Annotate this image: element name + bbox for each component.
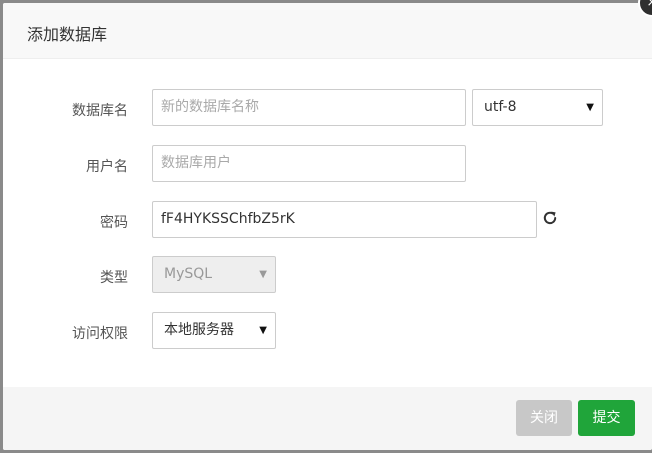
charset-select[interactable]: utf-8 ▼ [472, 89, 603, 126]
username-input[interactable]: 数据库用户 [152, 145, 466, 182]
password-input[interactable]: fF4HYKSSChfbZ5rK [152, 201, 537, 238]
password-value: fF4HYKSSChfbZ5rK [161, 211, 295, 227]
caret-down-icon: ▼ [586, 102, 594, 113]
access-select[interactable]: 本地服务器 ▼ [152, 312, 276, 349]
submit-button[interactable]: 提交 [578, 400, 635, 436]
username-label: 用户名 [86, 159, 128, 175]
close-button[interactable]: 关闭 [516, 400, 572, 436]
access-label: 访问权限 [72, 326, 128, 342]
dialog-footer: 关闭 提交 [3, 387, 652, 450]
type-select[interactable]: MySQL ▼ [152, 256, 276, 293]
refresh-icon[interactable] [541, 209, 559, 227]
db-name-placeholder: 新的数据库名称 [161, 99, 259, 115]
access-value: 本地服务器 [164, 322, 234, 338]
username-placeholder: 数据库用户 [161, 155, 231, 171]
dialog-title: 添加数据库 [27, 25, 108, 44]
type-value: MySQL [164, 266, 213, 282]
dialog-header: 添加数据库 [3, 3, 652, 59]
db-name-input[interactable]: 新的数据库名称 [152, 89, 466, 126]
caret-down-icon: ▼ [259, 269, 267, 280]
caret-down-icon: ▼ [259, 325, 267, 336]
password-label: 密码 [100, 215, 128, 231]
charset-value: utf-8 [484, 99, 517, 115]
add-database-dialog: 添加数据库 数据库名 新的数据库名称 utf-8 ▼ 用户名 数据库用户 密码 … [3, 3, 652, 450]
db-name-label: 数据库名 [72, 103, 128, 119]
type-label: 类型 [100, 270, 128, 286]
